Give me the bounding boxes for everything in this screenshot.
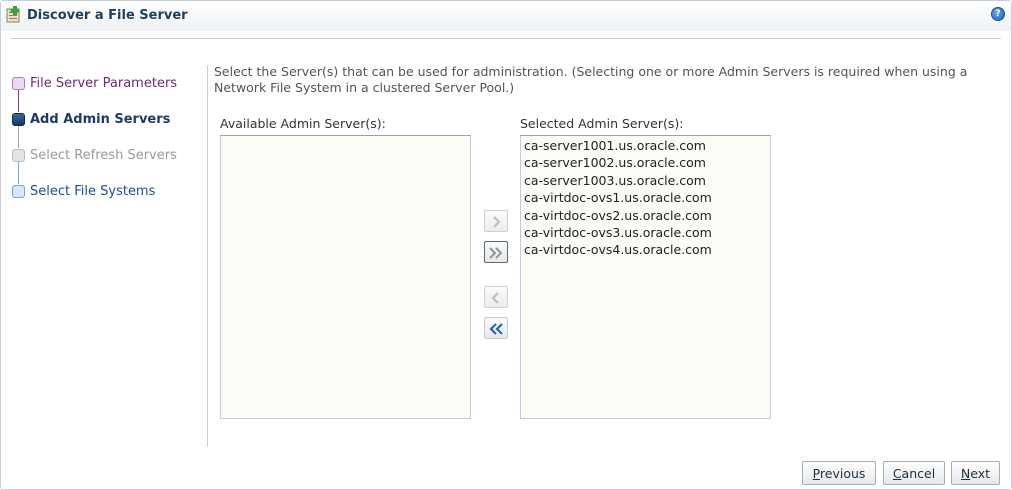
train-connector	[18, 162, 19, 184]
header-divider	[11, 38, 1001, 39]
cancel-button[interactable]: Cancel	[883, 461, 945, 485]
move-left-icon	[491, 292, 499, 304]
list-item[interactable]: ca-server1001.us.oracle.com	[521, 137, 770, 154]
move-all-button[interactable]	[484, 241, 508, 263]
train-step-file-server-parameters[interactable]: File Server Parameters	[30, 76, 177, 91]
list-item[interactable]: ca-server1003.us.oracle.com	[521, 172, 770, 189]
train-connector	[18, 126, 19, 148]
previous-button-mnemonic: P	[812, 466, 820, 481]
list-item[interactable]: ca-virtdoc-ovs1.us.oracle.com	[521, 189, 770, 206]
next-button-label: ext	[970, 466, 991, 481]
previous-button[interactable]: Previous	[802, 461, 876, 485]
move-button[interactable]	[484, 210, 508, 232]
instructions-text: Select the Server(s) that can be used fo…	[214, 64, 968, 95]
list-item[interactable]: ca-virtdoc-ovs2.us.oracle.com	[521, 207, 770, 224]
list-item[interactable]: ca-virtdoc-ovs4.us.oracle.com	[521, 241, 770, 258]
help-icon[interactable]: ?	[991, 7, 1005, 21]
train-step-select-file-systems[interactable]: Select File Systems	[30, 184, 155, 199]
train-step-add-admin-servers: Add Admin Servers	[30, 112, 171, 127]
move-right-icon	[493, 216, 501, 228]
cancel-button-label: ancel	[901, 466, 936, 481]
list-item[interactable]: ca-server1002.us.oracle.com	[521, 154, 770, 171]
list-item[interactable]: ca-virtdoc-ovs3.us.oracle.com	[521, 224, 770, 241]
dialog-title: Discover a File Server	[27, 8, 188, 23]
move-all-right-icon	[489, 247, 503, 259]
train-step-select-refresh-servers: Select Refresh Servers	[30, 148, 177, 163]
step-current-icon	[12, 113, 25, 126]
discover-file-server-dialog: Discover a File Server ? File Server Par…	[0, 0, 1012, 490]
move-all-left-icon	[489, 323, 503, 335]
previous-button-label: revious	[819, 466, 866, 481]
step-visited-icon	[12, 77, 25, 90]
next-button[interactable]: Next	[951, 461, 1000, 485]
step-unvisited-icon	[12, 185, 25, 198]
train-connector	[18, 90, 19, 112]
step-disabled-icon	[12, 149, 25, 162]
selected-servers-label: Selected Admin Server(s):	[520, 116, 684, 131]
cancel-button-mnemonic: C	[892, 466, 902, 481]
train-divider	[207, 65, 208, 447]
next-button-mnemonic: N	[960, 466, 971, 481]
selected-servers-list[interactable]: ca-server1001.us.oracle.com ca-server1002…	[520, 135, 771, 419]
dialog-titlebar: Discover a File Server ?	[1, 1, 1011, 31]
remove-all-button[interactable]	[484, 317, 508, 339]
file-server-add-icon	[5, 6, 22, 23]
remove-button[interactable]	[484, 286, 508, 308]
step-train: File Server Parameters Add Admin Servers…	[1, 61, 206, 211]
available-servers-list[interactable]	[220, 135, 471, 419]
available-servers-label: Available Admin Server(s):	[220, 116, 386, 131]
